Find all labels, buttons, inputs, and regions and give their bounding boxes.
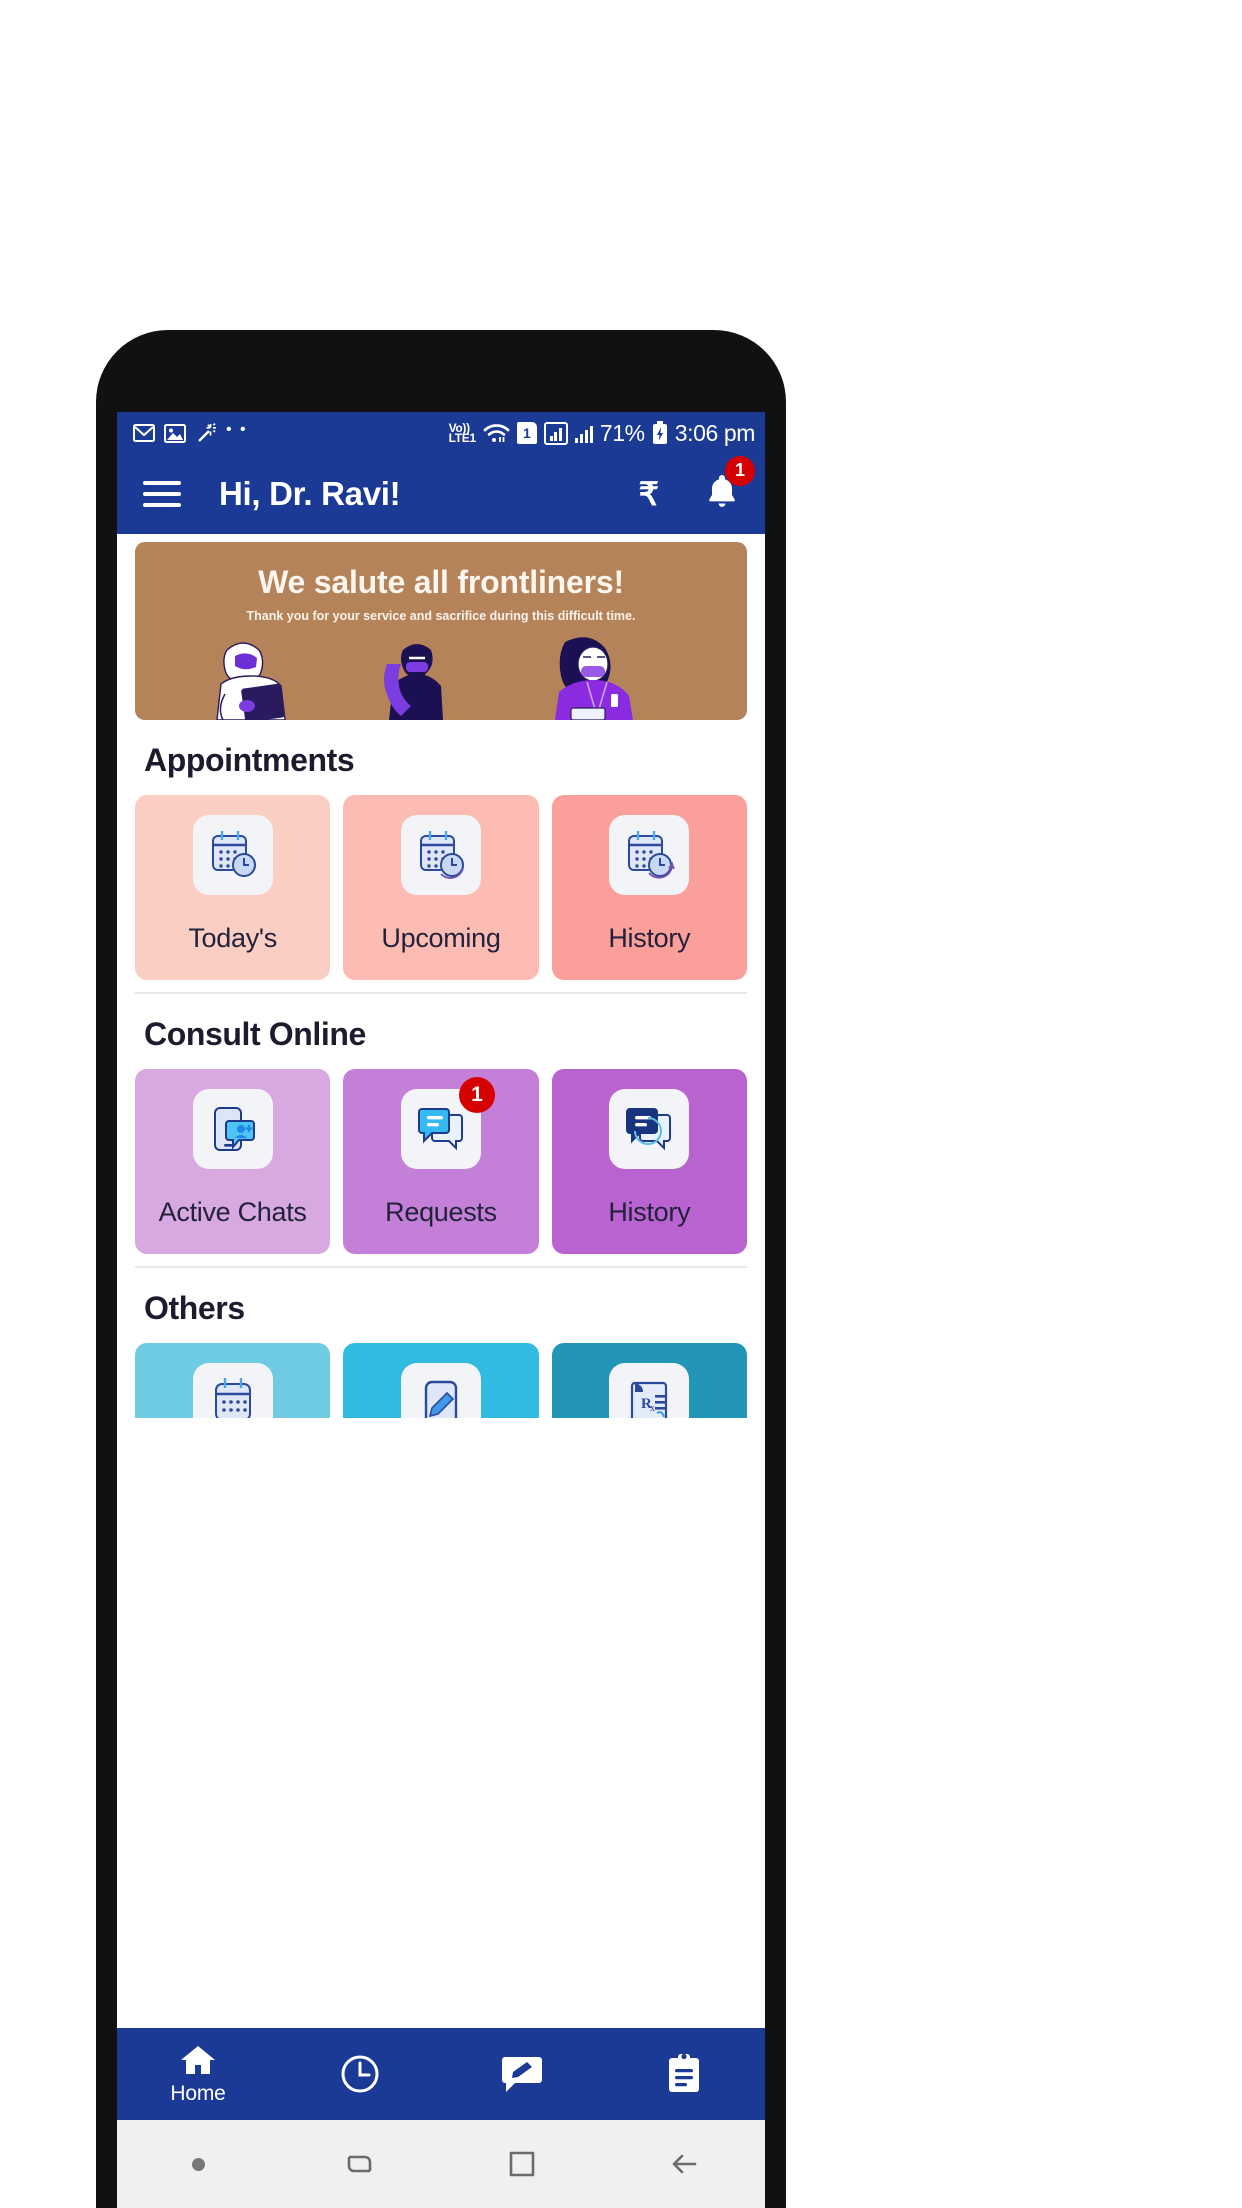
card-consult-history[interactable]: History (551, 1069, 747, 1254)
card-appointments-history[interactable]: History (551, 795, 747, 980)
volte-icon: Vo)) LTE1 (448, 422, 477, 445)
notifications-button[interactable]: 1 (703, 455, 755, 517)
banner-illustration (216, 637, 633, 720)
gmail-icon (133, 424, 155, 442)
calendar-clock-icon (400, 815, 481, 895)
sysnav-swap-button[interactable] (279, 2143, 441, 2185)
appointments-card-row: Today's Upcoming History (135, 795, 747, 980)
card-others-calendar[interactable] (135, 1343, 331, 1418)
photos-icon (164, 423, 186, 443)
note-edit-icon (400, 1363, 481, 1418)
card-label: History (608, 923, 691, 953)
card-label: Upcoming (381, 923, 501, 953)
battery-charging-icon (652, 421, 668, 445)
prescription-icon: R x (609, 1363, 690, 1418)
battery-percent-text: 71% (599, 419, 645, 446)
status-bar-right-icons: Vo)) LTE1 1 71% 3:06 pm (448, 419, 756, 447)
card-label: Today's (188, 923, 277, 953)
magic-wand-icon (195, 422, 217, 444)
status-bar-left-icons: • • (133, 421, 248, 444)
others-card-row: R x (135, 1343, 747, 1418)
calendar-clock-icon (192, 815, 273, 895)
page-content: We salute all frontliners! Thank you for… (117, 534, 765, 2028)
card-label: History (608, 1197, 691, 1227)
banner-title: We salute all frontliners! (258, 564, 624, 600)
clock-text: 3:06 pm (674, 419, 756, 446)
card-upcoming-appointments[interactable]: Upcoming (343, 795, 539, 980)
card-label: Active Chats (158, 1197, 307, 1227)
wifi-icon (483, 423, 510, 444)
hamburger-line (143, 492, 181, 496)
sim-card-icon: 1 (516, 422, 537, 444)
section-title: Others (144, 1290, 245, 1326)
banner-subtitle: Thank you for your service and sacrifice… (246, 609, 636, 623)
requests-badge: 1 (458, 1077, 495, 1113)
hamburger-line (143, 481, 181, 485)
section-appointments: Appointments Today's Upcoming History (117, 720, 765, 994)
swap-icon (347, 2155, 372, 2173)
home-icon (181, 2045, 215, 2074)
hamburger-menu-icon[interactable] (143, 481, 181, 507)
back-arrow-icon (672, 2154, 697, 2174)
nav-item-consult[interactable] (441, 2053, 603, 2095)
section-title: Consult Online (144, 1016, 366, 1052)
nav-label-home: Home (170, 2081, 226, 2105)
calendar-icon (192, 1363, 273, 1418)
signal-bars-boxed-icon (543, 421, 568, 445)
card-active-chats[interactable]: Active Chats (135, 1069, 331, 1254)
section-others: Others R x (117, 1268, 765, 1418)
android-navigation-bar (117, 2120, 765, 2208)
dot-icon (191, 2157, 205, 2171)
card-others-notes[interactable] (343, 1343, 539, 1418)
phone-screen: • • Vo)) LTE1 1 71% 3:06 pm Hi, Dr. Ravi… (117, 412, 765, 2208)
bottom-navigation-bar: Home (117, 2028, 765, 2120)
overview-square-icon (509, 2151, 535, 2177)
signal-bars-icon (574, 423, 593, 443)
clock-icon (341, 2055, 379, 2093)
sysnav-overview-button[interactable] (441, 2144, 603, 2184)
screenshot-canvas: • • Vo)) LTE1 1 71% 3:06 pm Hi, Dr. Ravi… (0, 0, 1242, 2208)
section-title: Appointments (144, 742, 355, 778)
card-consult-requests[interactable]: 1 Requests (343, 1069, 539, 1254)
frontliners-banner[interactable]: We salute all frontliners! Thank you for… (135, 542, 747, 720)
card-todays-appointments[interactable]: Today's (135, 795, 331, 980)
more-dots-icon: • • (226, 421, 248, 438)
calendar-clock-icon (609, 815, 690, 895)
mobile-add-user-icon (192, 1089, 273, 1169)
notification-badge: 1 (725, 455, 755, 486)
hamburger-line (143, 503, 181, 507)
chat-history-icon (609, 1089, 690, 1169)
nav-item-home[interactable]: Home (117, 2043, 279, 2106)
chat-edit-icon (502, 2057, 542, 2092)
volte-bottom-text: LTE1 (448, 431, 477, 445)
card-label: Requests (385, 1197, 497, 1227)
sysnav-dot-button[interactable] (117, 2157, 279, 2171)
section-consult-online: Consult Online Active Chats 1 Requests H… (117, 994, 765, 1268)
svg-text:x: x (650, 1403, 655, 1414)
header-actions: ₹ 1 (639, 455, 755, 517)
page-title: Hi, Dr. Ravi! (219, 475, 401, 512)
nav-item-history[interactable] (279, 2052, 441, 2096)
nav-item-records[interactable] (603, 2052, 765, 2096)
card-others-prescription[interactable]: R x (551, 1343, 747, 1418)
android-status-bar: • • Vo)) LTE1 1 71% 3:06 pm (117, 412, 765, 454)
phone-frame: • • Vo)) LTE1 1 71% 3:06 pm Hi, Dr. Ravi… (96, 330, 786, 2208)
sysnav-back-button[interactable] (603, 2143, 765, 2185)
consult-online-card-row: Active Chats 1 Requests History (135, 1069, 747, 1254)
app-header: Hi, Dr. Ravi! ₹ 1 (117, 454, 765, 534)
rupee-icon[interactable]: ₹ (639, 478, 659, 510)
clipboard-icon (669, 2053, 699, 2092)
